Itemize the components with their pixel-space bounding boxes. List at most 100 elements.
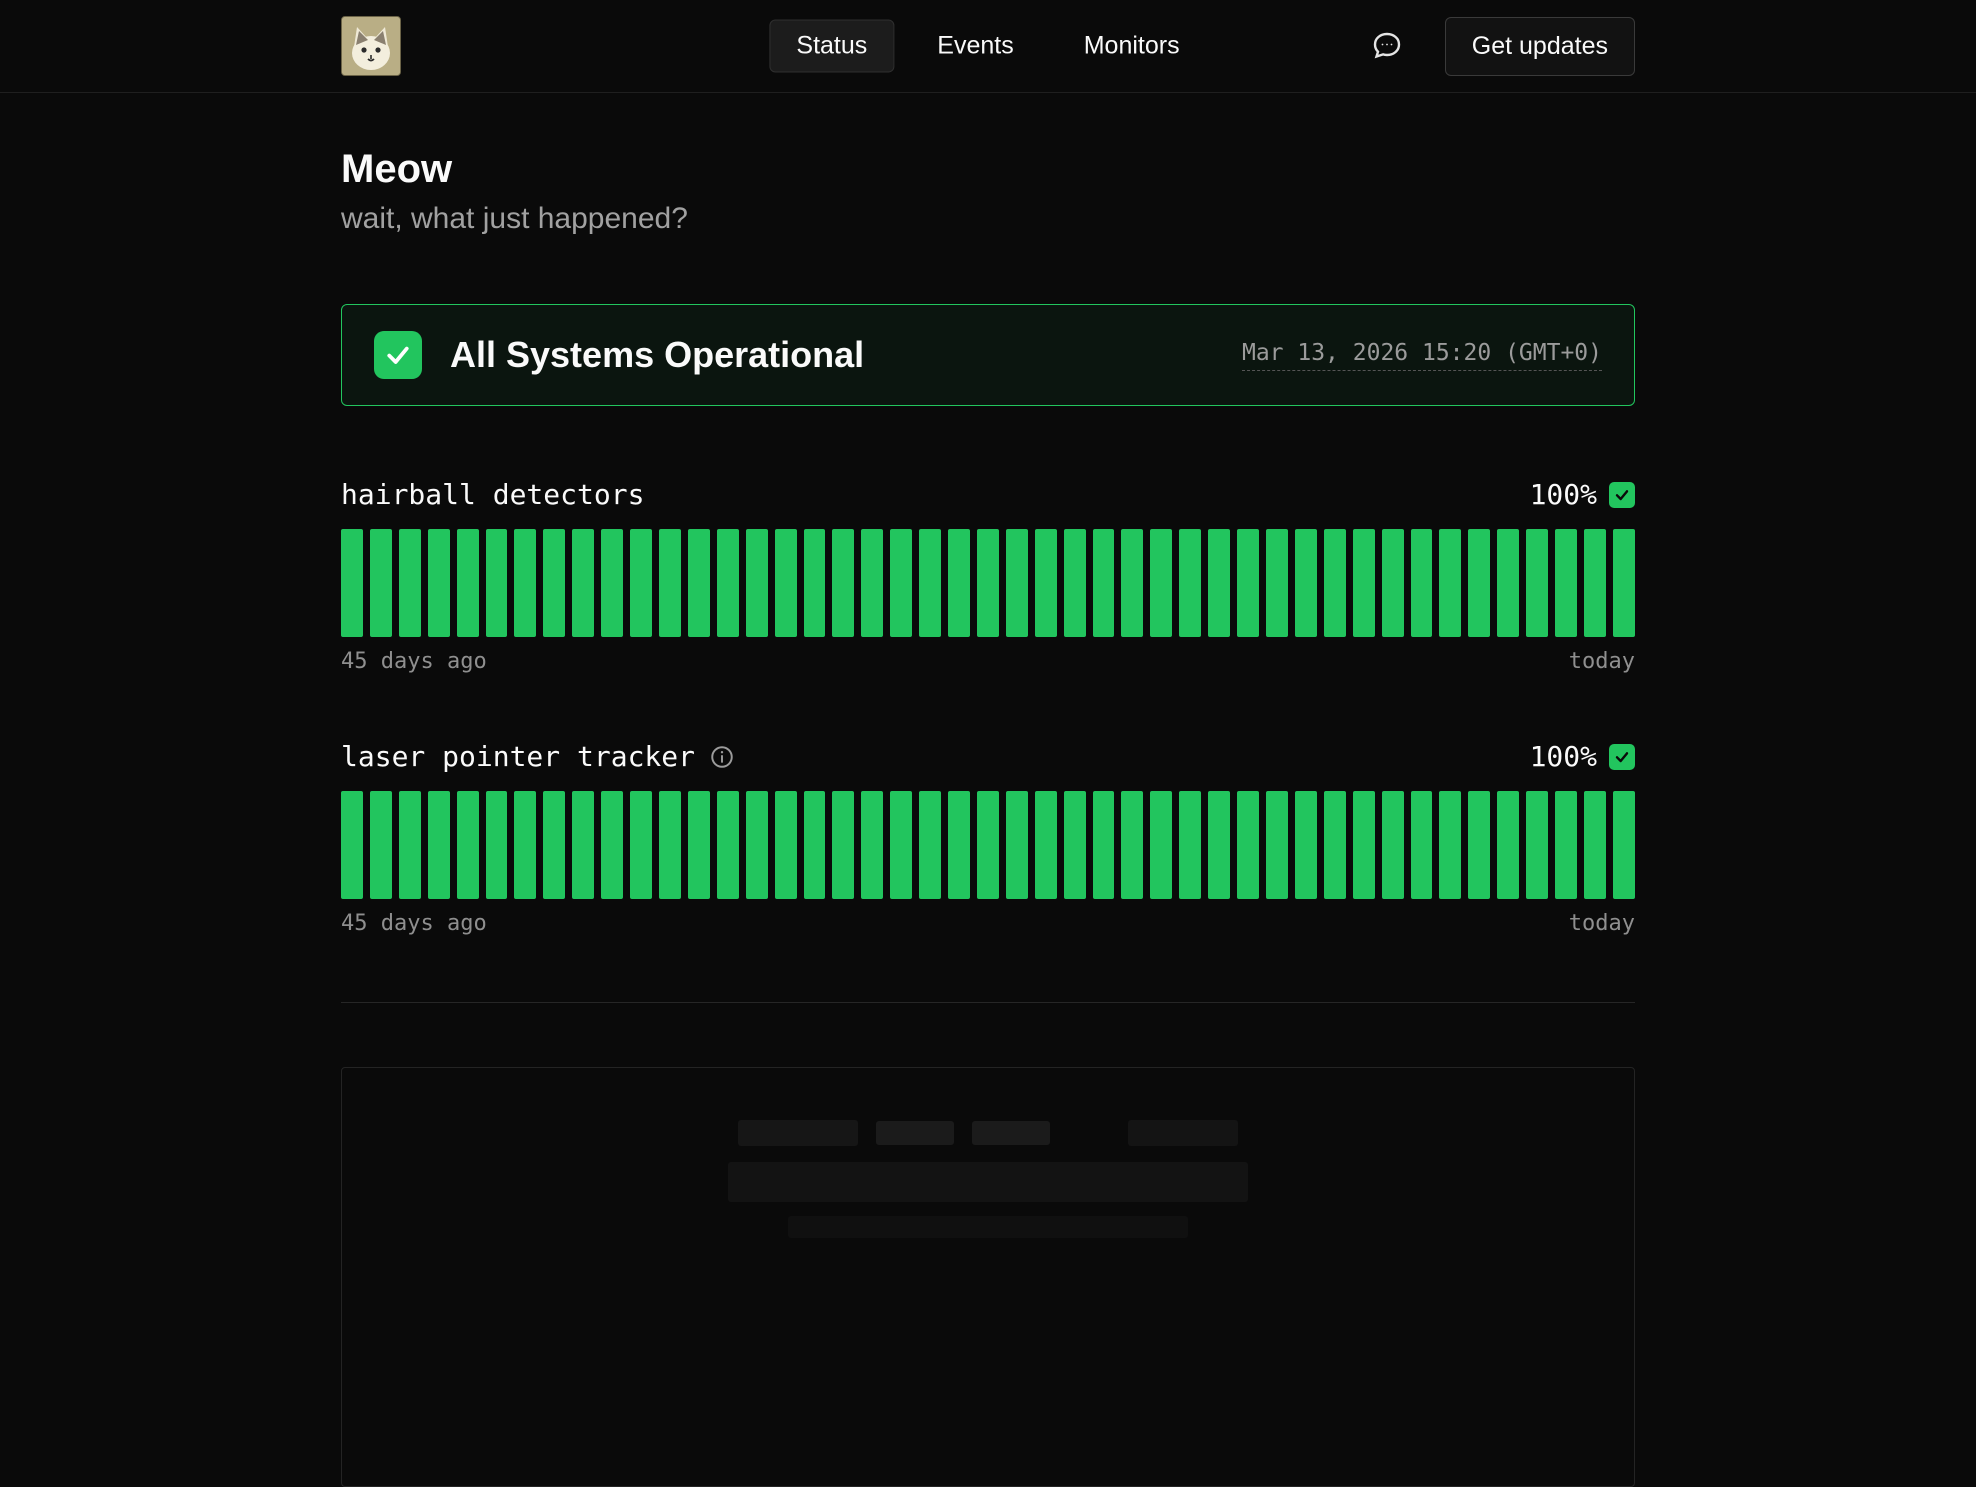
uptime-bar[interactable]: [1468, 529, 1490, 637]
uptime-bar[interactable]: [1468, 791, 1490, 899]
uptime-bar[interactable]: [1093, 791, 1115, 899]
get-updates-button[interactable]: Get updates: [1445, 17, 1635, 76]
uptime-bar[interactable]: [1150, 791, 1172, 899]
uptime-bar[interactable]: [1555, 791, 1577, 899]
uptime-bar[interactable]: [543, 529, 565, 637]
uptime-bar[interactable]: [1584, 791, 1606, 899]
info-icon[interactable]: [709, 744, 735, 770]
uptime-bar[interactable]: [1353, 529, 1375, 637]
uptime-bar[interactable]: [746, 529, 768, 637]
uptime-bar[interactable]: [746, 791, 768, 899]
uptime-bar[interactable]: [370, 791, 392, 899]
uptime-bar[interactable]: [486, 791, 508, 899]
uptime-bar[interactable]: [399, 791, 421, 899]
uptime-bar[interactable]: [1613, 791, 1635, 899]
uptime-bar[interactable]: [775, 791, 797, 899]
uptime-bar[interactable]: [1035, 791, 1057, 899]
uptime-bar[interactable]: [1411, 791, 1433, 899]
uptime-bar[interactable]: [1035, 529, 1057, 637]
uptime-bar[interactable]: [1237, 791, 1259, 899]
uptime-bar[interactable]: [601, 791, 623, 899]
uptime-bar[interactable]: [428, 791, 450, 899]
uptime-bar[interactable]: [1121, 529, 1143, 637]
cat-logo[interactable]: [341, 16, 401, 76]
uptime-bar[interactable]: [370, 529, 392, 637]
uptime-bar[interactable]: [572, 529, 594, 637]
uptime-bar[interactable]: [1324, 791, 1346, 899]
uptime-bar[interactable]: [832, 791, 854, 899]
uptime-bar[interactable]: [717, 529, 739, 637]
uptime-bar[interactable]: [1555, 529, 1577, 637]
uptime-bar[interactable]: [1179, 791, 1201, 899]
nav-tab-status[interactable]: Status: [769, 20, 894, 73]
uptime-bar[interactable]: [1324, 529, 1346, 637]
uptime-bar[interactable]: [1237, 529, 1259, 637]
uptime-bar[interactable]: [630, 529, 652, 637]
uptime-bar[interactable]: [1121, 791, 1143, 899]
uptime-bar[interactable]: [688, 791, 710, 899]
uptime-bar[interactable]: [399, 529, 421, 637]
chat-bubble-button[interactable]: [1363, 22, 1411, 70]
uptime-bar[interactable]: [861, 791, 883, 899]
uptime-bar[interactable]: [948, 529, 970, 637]
uptime-bar[interactable]: [1150, 529, 1172, 637]
uptime-bar[interactable]: [890, 791, 912, 899]
uptime-bar[interactable]: [775, 529, 797, 637]
uptime-bar[interactable]: [1266, 791, 1288, 899]
uptime-bar[interactable]: [1411, 529, 1433, 637]
uptime-bar[interactable]: [804, 791, 826, 899]
uptime-bar[interactable]: [1266, 529, 1288, 637]
status-timestamp[interactable]: Mar 13, 2026 15:20 (GMT+0): [1242, 340, 1602, 371]
uptime-bar[interactable]: [1526, 791, 1548, 899]
uptime-bar[interactable]: [1382, 791, 1404, 899]
uptime-bar[interactable]: [1064, 529, 1086, 637]
uptime-bar[interactable]: [919, 791, 941, 899]
uptime-bar[interactable]: [1353, 791, 1375, 899]
uptime-bar[interactable]: [601, 529, 623, 637]
uptime-bar[interactable]: [919, 529, 941, 637]
monitors: hairball detectors 100%: [341, 478, 1635, 936]
uptime-bar[interactable]: [341, 529, 363, 637]
uptime-bar[interactable]: [1064, 791, 1086, 899]
uptime-bar[interactable]: [1439, 791, 1461, 899]
uptime-bar[interactable]: [1497, 529, 1519, 637]
uptime-bar[interactable]: [630, 791, 652, 899]
uptime-bar[interactable]: [514, 791, 536, 899]
uptime-bar[interactable]: [977, 791, 999, 899]
uptime-bar[interactable]: [861, 529, 883, 637]
uptime-bar[interactable]: [659, 529, 681, 637]
uptime-bar[interactable]: [1179, 529, 1201, 637]
uptime-bar[interactable]: [948, 791, 970, 899]
uptime-bar[interactable]: [514, 529, 536, 637]
uptime-bar[interactable]: [1006, 791, 1028, 899]
uptime-bar[interactable]: [1613, 529, 1635, 637]
uptime-bar[interactable]: [457, 529, 479, 637]
uptime-bar[interactable]: [457, 791, 479, 899]
uptime-bar[interactable]: [486, 529, 508, 637]
uptime-bar[interactable]: [717, 791, 739, 899]
uptime-bar[interactable]: [1439, 529, 1461, 637]
uptime-bar[interactable]: [659, 791, 681, 899]
uptime-bar[interactable]: [1382, 529, 1404, 637]
uptime-bar[interactable]: [1295, 529, 1317, 637]
section-divider: [341, 1002, 1635, 1003]
uptime-bar[interactable]: [1208, 791, 1230, 899]
uptime-bar[interactable]: [1006, 529, 1028, 637]
nav-tab-monitors[interactable]: Monitors: [1057, 20, 1207, 73]
uptime-bar[interactable]: [977, 529, 999, 637]
uptime-bar[interactable]: [688, 529, 710, 637]
uptime-bar[interactable]: [1208, 529, 1230, 637]
uptime-bar[interactable]: [1526, 529, 1548, 637]
uptime-bar[interactable]: [804, 529, 826, 637]
uptime-bar[interactable]: [1497, 791, 1519, 899]
uptime-bar[interactable]: [1093, 529, 1115, 637]
nav-tab-events[interactable]: Events: [910, 20, 1040, 73]
uptime-bar[interactable]: [543, 791, 565, 899]
uptime-bar[interactable]: [341, 791, 363, 899]
uptime-bar[interactable]: [890, 529, 912, 637]
uptime-bar[interactable]: [1295, 791, 1317, 899]
uptime-bar[interactable]: [1584, 529, 1606, 637]
uptime-bar[interactable]: [832, 529, 854, 637]
uptime-bar[interactable]: [572, 791, 594, 899]
uptime-bar[interactable]: [428, 529, 450, 637]
